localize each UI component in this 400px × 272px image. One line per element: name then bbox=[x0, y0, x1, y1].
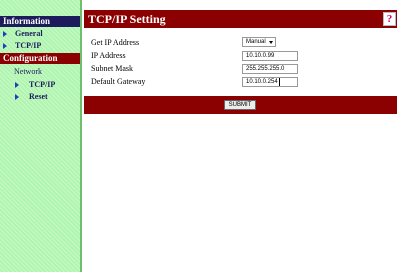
page-title: TCP/IP Setting bbox=[88, 12, 166, 26]
sidebar-item-reset[interactable]: Reset bbox=[29, 92, 48, 102]
sidebar-network-label: Network bbox=[14, 67, 42, 76]
sidebar-divider bbox=[80, 0, 82, 272]
ip-address-label: IP Address bbox=[91, 51, 126, 60]
sidebar-item-tcpip-config[interactable]: TCP/IP bbox=[29, 80, 55, 90]
default-gateway-label: Default Gateway bbox=[91, 77, 146, 86]
arrow-right-icon bbox=[15, 82, 19, 88]
ip-address-input[interactable]: 10.10.0.99 bbox=[242, 51, 298, 61]
information-header: Information bbox=[0, 16, 80, 27]
default-gateway-input[interactable]: 10.10.0.254 bbox=[242, 77, 298, 87]
subnet-mask-label: Subnet Mask bbox=[91, 64, 133, 73]
text-cursor bbox=[279, 78, 280, 86]
arrow-right-icon bbox=[15, 94, 19, 100]
get-ip-address-label: Get IP Address bbox=[91, 38, 140, 47]
sidebar-item-general[interactable]: General bbox=[15, 29, 43, 39]
help-icon[interactable]: ? bbox=[383, 12, 396, 26]
configuration-header: Configuration bbox=[0, 53, 80, 64]
arrow-right-icon bbox=[3, 31, 7, 37]
sidebar-item-tcpip-info[interactable]: TCP/IP bbox=[15, 41, 41, 51]
arrow-right-icon bbox=[3, 43, 7, 49]
submit-button[interactable]: SUBMIT bbox=[224, 100, 256, 110]
subnet-mask-input[interactable]: 255.255.255.0 bbox=[242, 64, 298, 74]
chevron-down-icon bbox=[269, 41, 273, 44]
